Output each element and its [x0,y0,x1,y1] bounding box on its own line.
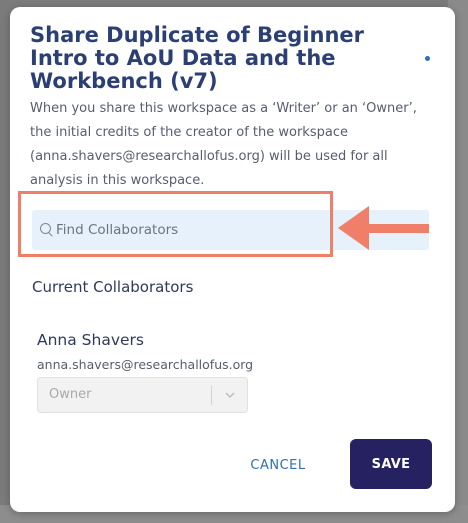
current-collaborators-heading: Current Collaborators [32,278,194,296]
cancel-button[interactable]: CANCEL [238,452,318,478]
annotation-arrow-icon [338,206,369,250]
title-indicator-dot [425,56,430,61]
annotation-arrow-shaft [367,224,429,233]
role-select-divider [211,386,212,405]
role-select[interactable]: Owner [37,377,248,413]
save-button[interactable]: SAVE [350,439,432,489]
share-description: When you share this workspace as a ‘Writ… [30,101,417,188]
chevron-down-icon[interactable] [224,389,236,401]
role-select-value: Owner [49,387,92,402]
collaborator-email: anna.shavers@researchallofus.org [37,357,254,372]
modal-title: Share Duplicate of Beginner Intro to AoU… [30,23,365,93]
annotation-highlight-box [18,191,333,257]
collaborator-name: Anna Shavers [37,331,144,349]
share-workspace-modal: Share Duplicate of Beginner Intro to AoU… [10,7,455,512]
